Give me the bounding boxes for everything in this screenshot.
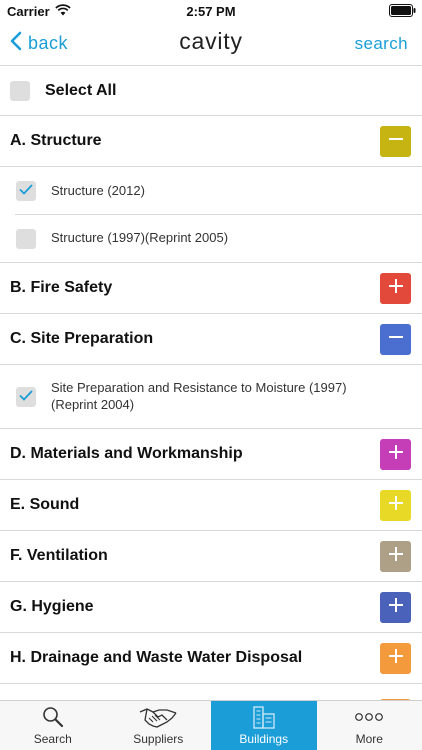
sub-item-label: Site Preparation and Resistance to Moist… [51, 379, 347, 412]
collapse-button[interactable] [380, 323, 411, 355]
category-row-drainage[interactable]: H. Drainage and Waste Water Disposal [0, 633, 422, 684]
category-row-partial[interactable]: I. [0, 684, 422, 700]
category-row-fire-safety[interactable]: B. Fire Safety [0, 263, 422, 314]
search-button[interactable]: search [355, 34, 408, 54]
select-all-row[interactable]: Select All [0, 66, 422, 116]
category-list[interactable]: Select All A. Structure Structure (2012)… [0, 66, 422, 700]
battery-icon [389, 4, 416, 20]
category-title: E. Sound [10, 496, 80, 513]
category-row-materials-and-workmanship[interactable]: D. Materials and Workmanship [0, 429, 422, 480]
category-title: C. Site Preparation [10, 330, 154, 347]
category-title: D. Materials and Workmanship [10, 445, 243, 462]
collapse-button[interactable] [380, 125, 411, 157]
status-bar: Carrier 2:57 PM [0, 0, 422, 22]
plus-icon [388, 546, 403, 566]
navigation-bar: back cavity search [0, 22, 422, 66]
expand-button[interactable] [380, 438, 411, 470]
category-title: B. Fire Safety [10, 279, 113, 296]
expand-button[interactable] [380, 489, 411, 521]
plus-icon [388, 444, 403, 464]
category-row-sound[interactable]: E. Sound [0, 480, 422, 531]
sub-item-row[interactable]: Structure (2012) [0, 167, 422, 215]
category-row-ventilation[interactable]: F. Ventilation [0, 531, 422, 582]
category-title: H. Drainage and Waste Water Disposal [10, 649, 303, 666]
category-title: F. Ventilation [10, 547, 108, 564]
category-row-hygiene[interactable]: G. Hygiene [0, 582, 422, 633]
plus-icon [388, 648, 403, 668]
select-all-checkbox[interactable] [10, 80, 30, 101]
sub-item-label: Structure (1997)(Reprint 2005) [51, 230, 229, 246]
search-icon [41, 704, 65, 730]
plus-icon [388, 495, 403, 515]
checkmark-icon [19, 388, 33, 406]
tab-more[interactable]: More [317, 701, 422, 750]
handshake-icon [139, 704, 177, 730]
checkbox-checked[interactable] [16, 386, 36, 407]
tab-suppliers[interactable]: Suppliers [106, 701, 212, 750]
tab-label: Buildings [239, 732, 289, 746]
more-icon [355, 704, 384, 730]
tab-label: More [355, 732, 383, 746]
category-row-structure[interactable]: A. Structure [0, 116, 422, 167]
category-row-site-preparation[interactable]: C. Site Preparation [0, 314, 422, 365]
expand-button[interactable] [380, 591, 411, 623]
tab-label: Suppliers [133, 732, 184, 746]
checkbox-checked[interactable] [16, 181, 36, 201]
sub-item-row[interactable]: Site Preparation and Resistance to Moist… [0, 365, 422, 429]
select-all-label: Select All [45, 81, 117, 99]
plus-icon [388, 597, 403, 617]
minus-icon [388, 330, 403, 349]
checkmark-icon [19, 182, 33, 200]
minus-icon [388, 132, 403, 151]
building-icon [251, 704, 277, 730]
tab-label: Search [33, 732, 72, 746]
expand-button[interactable] [380, 540, 411, 572]
expand-button[interactable] [380, 272, 411, 304]
category-title: A. Structure [10, 132, 102, 149]
expand-button[interactable] [380, 642, 411, 674]
plus-icon [388, 278, 403, 298]
status-time: 2:57 PM [186, 4, 236, 19]
tab-search[interactable]: Search [0, 701, 106, 750]
sub-item-row[interactable]: Structure (1997)(Reprint 2005) [0, 215, 422, 263]
category-title: G. Hygiene [10, 598, 94, 615]
sub-item-label: Structure (2012) [51, 182, 145, 198]
checkbox-unchecked[interactable] [16, 228, 36, 249]
tab-buildings[interactable]: Buildings [211, 701, 317, 750]
tab-bar: Search Suppliers Buildings More [0, 700, 422, 750]
